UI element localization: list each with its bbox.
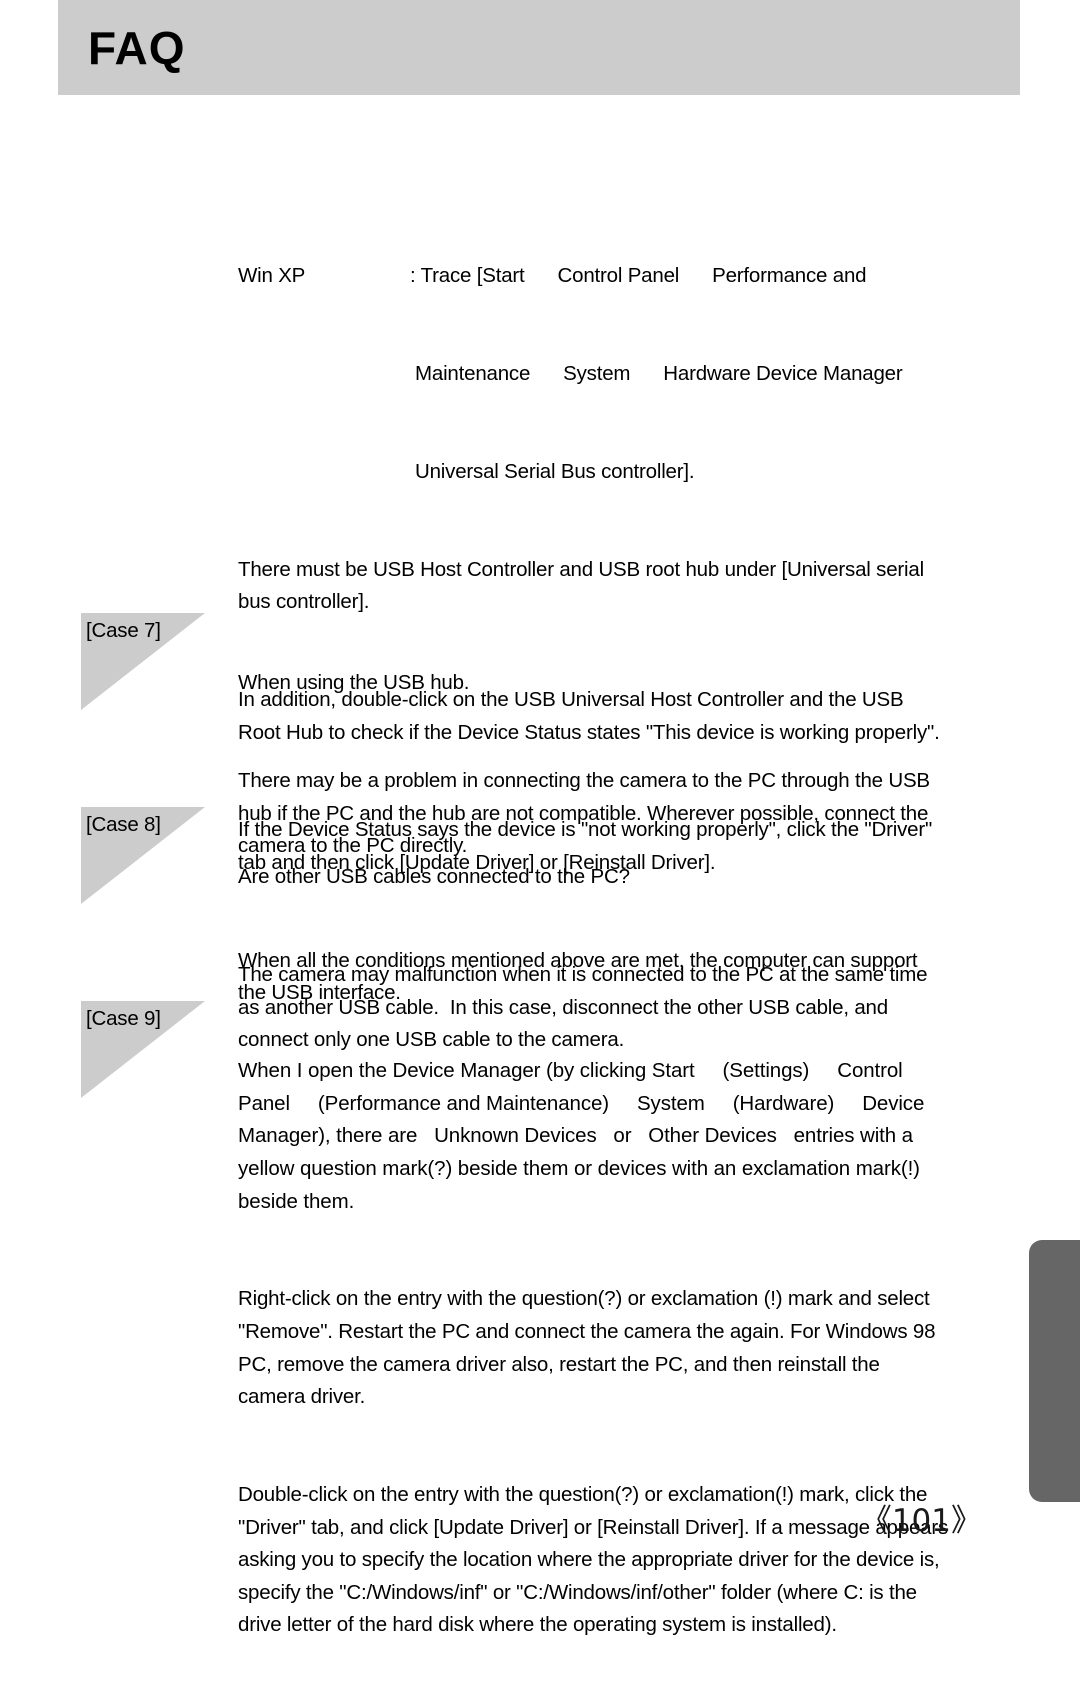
case-label-8: [Case 8]	[86, 813, 161, 836]
winxp-trace-cont-2: Universal Serial Bus controller].	[415, 459, 695, 483]
page-header-band: FAQ	[58, 0, 1020, 95]
page-title: FAQ	[88, 21, 186, 74]
case-body-9: Right-click on the entry with the questi…	[238, 1287, 936, 1409]
winxp-trace-path: : Trace [Start Control Panel Performance…	[410, 264, 867, 288]
case-marker-7: [Case 7]	[81, 613, 205, 710]
case-marker-9: [Case 9]	[81, 1001, 205, 1098]
winxp-trace-cont-1: Maintenance System Hardware Device Manag…	[415, 361, 903, 385]
case-heading-9: When I open the Device Manager (by click…	[238, 1059, 925, 1213]
case-label-7: [Case 7]	[86, 619, 161, 642]
winxp-trace-row: Win XP : Trace [Start Control Panel Perf…	[238, 260, 998, 293]
case-label-9: [Case 9]	[86, 1007, 161, 1030]
case-marker-8: [Case 8]	[81, 807, 205, 904]
edge-thumb-tab	[1029, 1240, 1080, 1502]
case-heading-8: Are other USB cables connected to the PC…	[238, 865, 630, 889]
winxp-os-label: Win XP	[238, 264, 306, 288]
page-number: 《101》	[860, 1503, 982, 1539]
case-text-9: When I open the Device Manager (by click…	[238, 990, 998, 1707]
case-heading-7: When using the USB hub.	[238, 671, 470, 695]
